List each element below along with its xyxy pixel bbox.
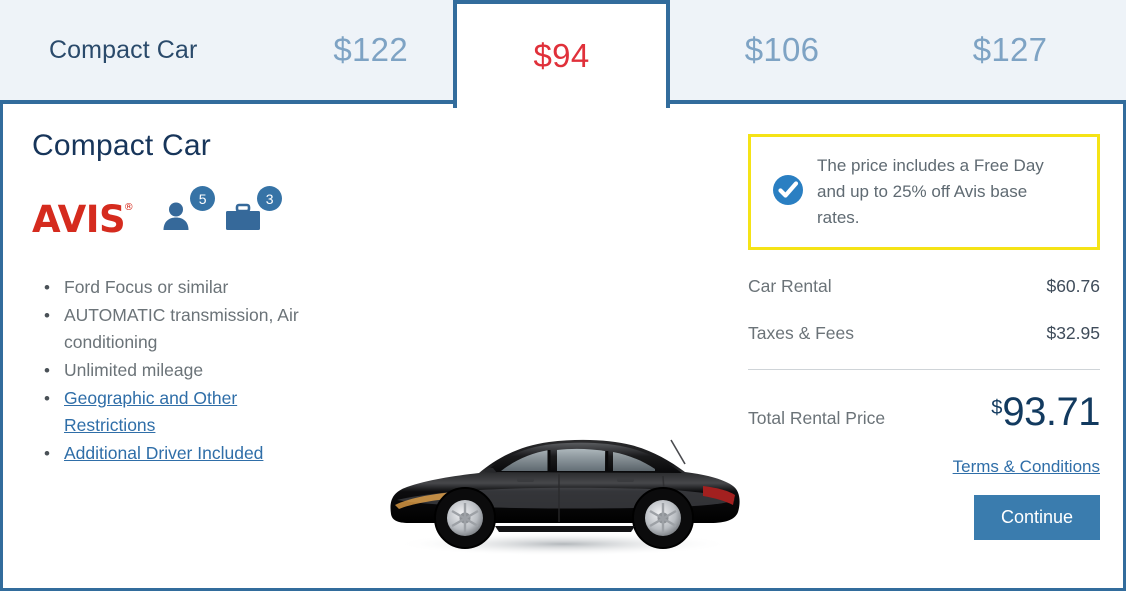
luggage-count-badge: 3: [257, 186, 283, 211]
person-icon: [161, 199, 195, 238]
total-price-row: Total Rental Price $ 93.71: [748, 392, 1100, 432]
vehicle-detail-panel: Compact Car AVIS ® 5 3 • Ford Focus or s…: [0, 101, 1126, 591]
rental-car-option-card: Compact Car $122 $94 $106 $127 Compact C…: [0, 0, 1126, 591]
additional-driver-link[interactable]: Additional Driver Included: [64, 443, 263, 463]
price-value: $32.95: [1046, 323, 1100, 343]
promo-text: The price includes a Free Day and up to …: [817, 156, 1044, 227]
price-value: $60.76: [1046, 276, 1100, 296]
tab-price-label: $127: [972, 31, 1048, 68]
tab-category-label: Compact Car: [49, 35, 198, 64]
tab-price-94-active[interactable]: $94: [453, 0, 670, 108]
terms-and-conditions-link[interactable]: Terms & Conditions: [953, 457, 1100, 476]
vehicle-photo: [373, 404, 753, 564]
passenger-capacity: 5: [161, 186, 216, 238]
terms-row: Terms & Conditions: [748, 457, 1100, 477]
feature-text: Unlimited mileage: [64, 360, 204, 380]
price-label: Taxes & Fees: [748, 323, 855, 343]
registered-trademark-icon: ®: [123, 202, 134, 213]
tab-price-label: $106: [744, 31, 820, 68]
divider: [748, 369, 1100, 370]
list-item: Geographic and Other Restrictions: [32, 385, 332, 439]
price-line-car-rental: Car Rental $60.76: [748, 276, 1100, 297]
currency-symbol: $: [991, 397, 1003, 419]
feature-text: Ford Focus or similar: [64, 277, 229, 297]
total-amount: 93.71: [1002, 390, 1100, 434]
tab-price-127[interactable]: $127: [894, 0, 1126, 104]
list-item: Ford Focus or similar: [32, 274, 332, 301]
price-line-taxes-fees: Taxes & Fees $32.95: [748, 323, 1100, 344]
tab-compact-car-122[interactable]: Compact Car $122: [0, 0, 453, 104]
tab-price-label: $122: [333, 31, 408, 68]
feature-text: AUTOMATIC transmission, Air conditioning: [64, 305, 299, 352]
action-row: Continue: [748, 495, 1100, 540]
list-item: Unlimited mileage: [32, 357, 332, 384]
avis-logo-text: AVIS: [32, 198, 126, 241]
avis-logo: AVIS ®: [32, 198, 134, 241]
tab-price-label: $94: [533, 37, 590, 74]
brand-and-capacity-row: AVIS ® 5 3: [32, 186, 492, 241]
check-circle-icon: [771, 173, 805, 212]
luggage-capacity: 3: [224, 186, 283, 238]
passenger-count-badge: 5: [190, 186, 216, 211]
total-price-value: $ 93.71: [991, 392, 1100, 432]
promo-callout-box: The price includes a Free Day and up to …: [748, 134, 1100, 250]
geographic-restrictions-link[interactable]: Geographic and Other Restrictions: [64, 388, 237, 435]
continue-button[interactable]: Continue: [974, 495, 1100, 540]
list-item: AUTOMATIC transmission, Air conditioning: [32, 302, 332, 356]
capacity-group: 5 3: [161, 186, 283, 238]
total-price-label: Total Rental Price: [748, 408, 886, 428]
suitcase-icon: [224, 199, 262, 238]
list-item: Additional Driver Included: [32, 440, 332, 467]
price-tab-strip: Compact Car $122 $94 $106 $127: [0, 0, 1126, 108]
price-summary-column: The price includes a Free Day and up to …: [748, 134, 1100, 540]
price-label: Car Rental: [748, 276, 832, 296]
page-title: Compact Car: [32, 129, 211, 162]
tab-price-106[interactable]: $106: [670, 0, 894, 104]
